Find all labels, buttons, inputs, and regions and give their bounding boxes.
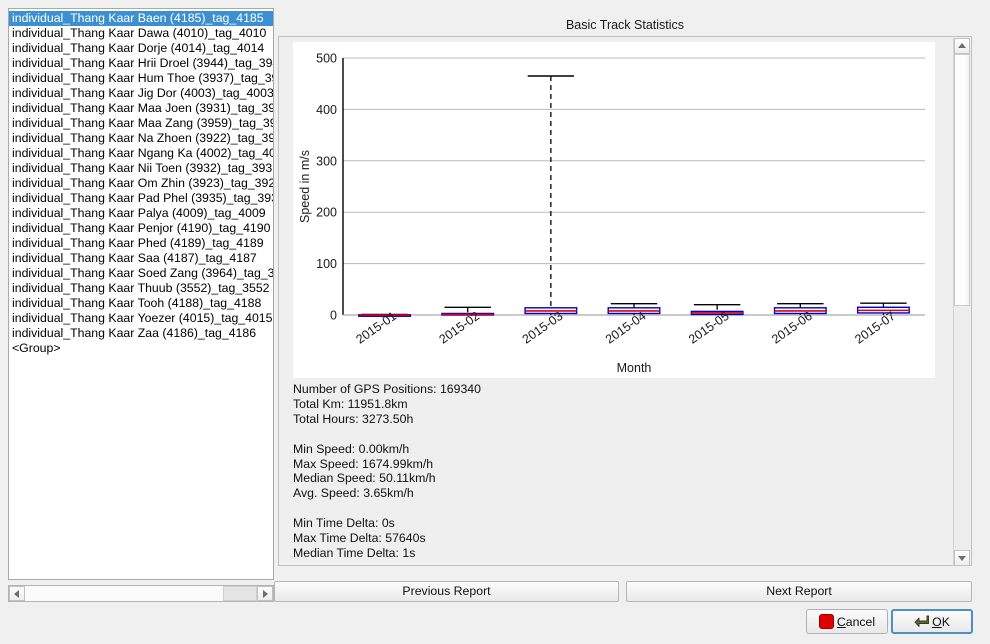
list-item[interactable]: individual_Thang Kaar Zaa (4186)_tag_418… (9, 326, 273, 341)
list-item[interactable]: individual_Thang Kaar Phed (4189)_tag_41… (9, 236, 273, 251)
list-item[interactable]: individual_Thang Kaar Baen (4185)_tag_41… (9, 11, 273, 26)
speed-boxplot-chart: 0100200300400500Speed in m/s2015-012015-… (293, 42, 935, 378)
vscroll-thumb[interactable] (954, 54, 970, 306)
svg-text:200: 200 (316, 206, 337, 220)
svg-text:300: 300 (316, 154, 337, 168)
list-item[interactable]: individual_Thang Kaar Nii Toen (3932)_ta… (9, 161, 273, 176)
scroll-right-icon[interactable] (257, 586, 273, 601)
statistics-text: Number of GPS Positions: 169340 Total Km… (293, 382, 933, 561)
enter-arrow-icon (914, 615, 929, 628)
scroll-left-icon[interactable] (9, 586, 25, 601)
ok-button-label: OK (932, 615, 950, 629)
track-list[interactable]: individual_Thang Kaar Baen (4185)_tag_41… (8, 8, 274, 580)
list-item[interactable]: individual_Thang Kaar Dorje (4014)_tag_4… (9, 41, 273, 56)
svg-text:100: 100 (316, 257, 337, 271)
list-item[interactable]: individual_Thang Kaar Dawa (4010)_tag_40… (9, 26, 273, 41)
vscroll-track[interactable] (954, 54, 970, 550)
ok-button[interactable]: OK (891, 609, 973, 634)
list-item[interactable]: individual_Thang Kaar Tooh (4188)_tag_41… (9, 296, 273, 311)
list-item[interactable]: individual_Thang Kaar Saa (4187)_tag_418… (9, 251, 273, 266)
list-item[interactable]: individual_Thang Kaar Penjor (4190)_tag_… (9, 221, 273, 236)
svg-text:Month: Month (617, 361, 652, 375)
list-item[interactable]: individual_Thang Kaar Na Zhoen (3922)_ta… (9, 131, 273, 146)
stop-icon (819, 614, 834, 629)
list-item[interactable]: individual_Thang Kaar Thuub (3552)_tag_3… (9, 281, 273, 296)
list-item[interactable]: individual_Thang Kaar Ngang Ka (4002)_ta… (9, 146, 273, 161)
list-item[interactable]: individual_Thang Kaar Maa Zang (3959)_ta… (9, 116, 273, 131)
previous-report-button[interactable]: Previous Report (274, 581, 619, 602)
report-panel: 0100200300400500Speed in m/s2015-012015-… (278, 36, 972, 566)
list-item[interactable]: individual_Thang Kaar Hrii Droel (3944)_… (9, 56, 273, 71)
list-item[interactable]: individual_Thang Kaar Soed Zang (3964)_t… (9, 266, 273, 281)
chart-svg: 0100200300400500Speed in m/s2015-012015-… (293, 42, 935, 378)
svg-text:400: 400 (316, 103, 337, 117)
cancel-button-label: Cancel (837, 615, 875, 629)
hscroll-track[interactable] (25, 586, 257, 601)
page-title: Basic Track Statistics (278, 18, 972, 32)
scroll-down-icon[interactable] (954, 550, 970, 566)
list-item[interactable]: individual_Thang Kaar Pad Phel (3935)_ta… (9, 191, 273, 206)
track-list-horizontal-scrollbar[interactable] (8, 585, 274, 602)
scroll-up-icon[interactable] (954, 38, 970, 54)
svg-text:Speed in m/s: Speed in m/s (298, 150, 312, 223)
list-item[interactable]: individual_Thang Kaar Jig Dor (4003)_tag… (9, 86, 273, 101)
list-item[interactable]: individual_Thang Kaar Maa Joen (3931)_ta… (9, 101, 273, 116)
cancel-button[interactable]: Cancel (806, 609, 888, 634)
svg-text:0: 0 (330, 309, 337, 323)
list-item[interactable]: individual_Thang Kaar Palya (4009)_tag_4… (9, 206, 273, 221)
list-item[interactable]: <Group> (9, 341, 273, 356)
next-report-button[interactable]: Next Report (626, 581, 972, 602)
list-item[interactable]: individual_Thang Kaar Om Zhin (3923)_tag… (9, 176, 273, 191)
report-vertical-scrollbar[interactable] (953, 38, 970, 566)
hscroll-thumb[interactable] (223, 586, 257, 601)
list-item[interactable]: individual_Thang Kaar Yoezer (4015)_tag_… (9, 311, 273, 326)
basic-track-statistics-dialog: individual_Thang Kaar Baen (4185)_tag_41… (0, 0, 990, 644)
track-list-items: individual_Thang Kaar Baen (4185)_tag_41… (9, 9, 273, 356)
svg-text:500: 500 (316, 52, 337, 66)
list-item[interactable]: individual_Thang Kaar Hum Thoe (3937)_ta… (9, 71, 273, 86)
